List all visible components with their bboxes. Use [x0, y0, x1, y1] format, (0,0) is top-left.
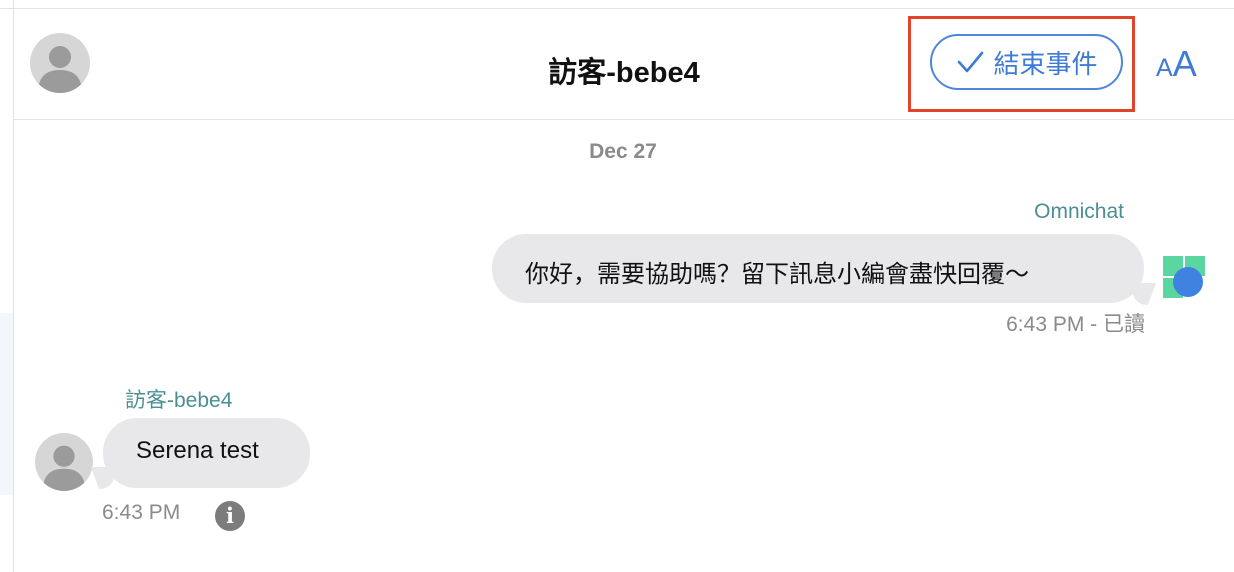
font-size-large-glyph: A	[1172, 43, 1197, 84]
date-separator-text: Dec 27	[589, 140, 657, 163]
message-sender-name: 訪客-bebe4	[125, 389, 233, 412]
font-size-small-glyph: A	[1156, 54, 1173, 82]
end-conversation-button[interactable]: 結束事件	[930, 34, 1123, 90]
left-rail-highlight	[0, 313, 13, 495]
left-rail	[0, 0, 14, 572]
chat-header: 訪客-bebe4 結束事件 A A	[14, 9, 1234, 120]
end-conversation-label: 結束事件	[993, 48, 1098, 79]
info-icon[interactable]: i	[215, 501, 245, 531]
visitor-avatar-icon[interactable]	[35, 433, 93, 491]
message-status: 6:43 PM - 已讀	[1006, 313, 1145, 336]
message-sender-name: Omnichat	[1034, 200, 1124, 223]
message-time: 6:43 PM	[102, 501, 181, 524]
check-icon	[958, 51, 984, 73]
font-size-button[interactable]: A A	[1156, 43, 1197, 85]
outgoing-message-bubble: 你好，需要協助嗎？留下訊息小編會盡快回覆～	[492, 234, 1144, 303]
date-separator: Dec 27	[0, 140, 1234, 164]
incoming-message-bubble: Serena test	[103, 418, 310, 488]
omnichat-logo-icon	[1163, 256, 1205, 298]
